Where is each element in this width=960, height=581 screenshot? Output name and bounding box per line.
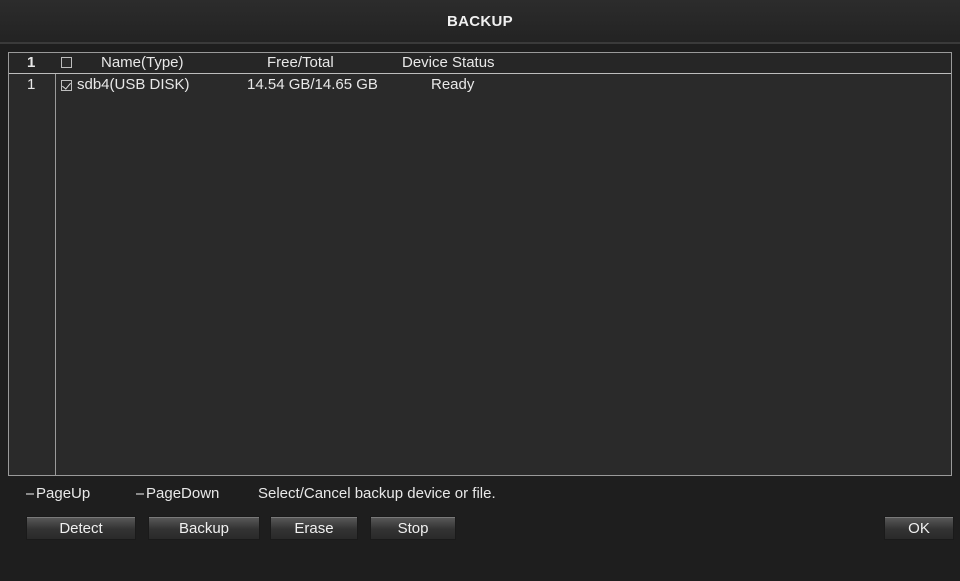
stop-button[interactable]: Stop [370, 516, 456, 540]
header-device-status[interactable]: Device Status [402, 53, 495, 73]
hint-text: Select/Cancel backup device or file. [258, 485, 496, 502]
row-name: sdb4(USB DISK) [77, 76, 190, 93]
backup-button[interactable]: Backup [148, 516, 260, 540]
ok-button[interactable]: OK [884, 516, 954, 540]
detect-button[interactable]: Detect [26, 516, 136, 540]
row-status: Ready [431, 76, 475, 93]
header-free-total[interactable]: Free/Total [267, 53, 334, 73]
window-title: BACKUP [447, 12, 513, 30]
column-divider [55, 53, 56, 475]
header-index: 1 [27, 54, 36, 71]
page-down-link[interactable]: PageDown [136, 484, 219, 504]
row-checkbox[interactable] [61, 80, 72, 91]
page-down-icon [136, 493, 144, 496]
page-up-link[interactable]: PageUp [26, 484, 90, 504]
row-index: 1 [27, 76, 36, 93]
select-all-checkbox[interactable] [61, 57, 72, 68]
table-row[interactable]: 1 sdb4(USB DISK) 14.54 GB/14.65 GB Ready [9, 75, 951, 95]
table-header: 1 Name(Type) Free/Total Device Status [9, 53, 951, 74]
erase-button[interactable]: Erase [270, 516, 358, 540]
row-free-total: 14.54 GB/14.65 GB [247, 76, 378, 93]
header-name[interactable]: Name(Type) [101, 53, 184, 73]
page-up-icon [26, 493, 34, 496]
device-list-panel: 1 Name(Type) Free/Total Device Status 1 … [8, 52, 952, 476]
title-bar: BACKUP [0, 0, 960, 44]
